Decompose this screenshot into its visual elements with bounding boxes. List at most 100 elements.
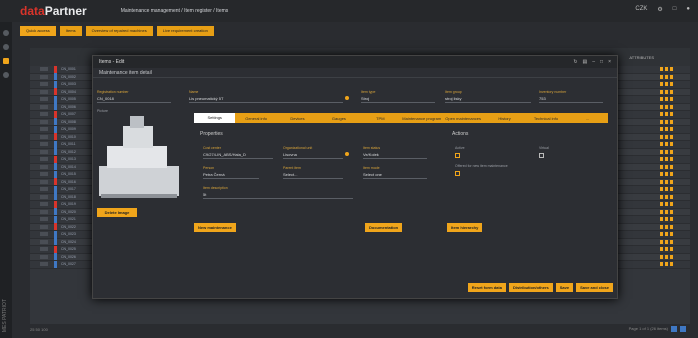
tab-quick-access[interactable]: Quick access: [20, 26, 56, 36]
reg-value[interactable]: CN_0018: [97, 96, 171, 103]
row-checkbox[interactable]: [40, 112, 48, 117]
reg-field[interactable]: Registration number CN_0018: [97, 90, 171, 103]
row-checkbox[interactable]: [40, 142, 48, 147]
row-checkbox[interactable]: [40, 67, 48, 72]
warning-icon[interactable]: [3, 72, 9, 78]
row-actions[interactable]: [660, 247, 680, 252]
row-actions[interactable]: [660, 217, 680, 222]
copy-icon[interactable]: [665, 97, 668, 102]
row-actions[interactable]: [660, 172, 680, 177]
status-value[interactable]: Ve/Kolek: [363, 152, 427, 159]
edit-icon[interactable]: [660, 127, 663, 132]
copy-icon[interactable]: [665, 209, 668, 214]
gear-icon[interactable]: [3, 44, 9, 50]
row-checkbox[interactable]: [40, 97, 48, 102]
edit-icon[interactable]: [660, 112, 663, 117]
row-actions[interactable]: [660, 134, 680, 139]
delete-icon[interactable]: [670, 119, 673, 124]
delete-icon[interactable]: [670, 254, 673, 259]
row-actions[interactable]: [660, 104, 680, 109]
copy-icon[interactable]: [665, 119, 668, 124]
row-actions[interactable]: [660, 149, 680, 154]
save-close-button[interactable]: Save and close: [576, 283, 613, 292]
desc-field[interactable]: Item description 5t: [203, 186, 353, 199]
row-actions[interactable]: [660, 142, 680, 147]
copy-icon[interactable]: [665, 67, 668, 72]
copy-icon[interactable]: [665, 142, 668, 147]
row-checkbox[interactable]: [40, 119, 48, 124]
edit-icon[interactable]: [660, 209, 663, 214]
row-actions[interactable]: [660, 254, 680, 259]
cost-value[interactable]: C9/274-IN_ABS/Hala_D: [203, 152, 273, 159]
row-checkbox[interactable]: [40, 157, 48, 162]
edit-icon[interactable]: [660, 172, 663, 177]
delete-icon[interactable]: [670, 74, 673, 79]
row-actions[interactable]: [660, 202, 680, 207]
edit-icon[interactable]: [660, 89, 663, 94]
delete-icon[interactable]: [670, 89, 673, 94]
edit-icon[interactable]: [660, 217, 663, 222]
row-checkbox[interactable]: [40, 104, 48, 109]
copy-icon[interactable]: [665, 82, 668, 87]
delete-icon[interactable]: [670, 224, 673, 229]
tab-live[interactable]: Live requirement creation: [156, 26, 214, 36]
delete-icon[interactable]: [670, 239, 673, 244]
inventory-value[interactable]: 753: [539, 96, 603, 103]
copy-icon[interactable]: [665, 262, 668, 267]
delete-icon[interactable]: [670, 247, 673, 252]
row-checkbox[interactable]: [40, 134, 48, 139]
copy-icon[interactable]: [665, 224, 668, 229]
delete-icon[interactable]: [670, 179, 673, 184]
cost-field[interactable]: Cost center C9/274-IN_ABS/Hala_D: [203, 146, 273, 159]
edit-icon[interactable]: [660, 104, 663, 109]
copy-icon[interactable]: [665, 157, 668, 162]
person-field[interactable]: Person Petra Černá: [203, 166, 259, 179]
row-checkbox[interactable]: [40, 224, 48, 229]
row-checkbox[interactable]: [40, 74, 48, 79]
edit-icon[interactable]: [660, 119, 663, 124]
copy-icon[interactable]: [665, 112, 668, 117]
row-checkbox[interactable]: [40, 82, 48, 87]
edit-icon[interactable]: [660, 187, 663, 192]
row-actions[interactable]: [660, 224, 680, 229]
org-value[interactable]: Lisovna: [283, 152, 343, 159]
row-checkbox[interactable]: [40, 239, 48, 244]
type-field[interactable]: Item type Stroj: [361, 90, 435, 103]
desc-value[interactable]: 5t: [203, 192, 353, 199]
row-checkbox[interactable]: [40, 194, 48, 199]
delete-icon[interactable]: [670, 262, 673, 267]
modal-tab[interactable]: Open maintenances: [442, 116, 483, 121]
currency-label[interactable]: CZK: [635, 6, 647, 13]
modal-tab[interactable]: Maintenance program: [401, 116, 442, 121]
copy-icon[interactable]: [665, 179, 668, 184]
group-field[interactable]: Item group stroj lisky: [445, 90, 531, 103]
group-value[interactable]: stroj lisky: [445, 96, 531, 103]
mode-value[interactable]: Select one: [363, 172, 427, 179]
row-checkbox[interactable]: [40, 127, 48, 132]
reset-button[interactable]: Reset form data: [467, 283, 506, 292]
row-actions[interactable]: [660, 179, 680, 184]
copy-icon[interactable]: [665, 239, 668, 244]
delete-icon[interactable]: [670, 217, 673, 222]
row-actions[interactable]: [660, 74, 680, 79]
row-actions[interactable]: [660, 119, 680, 124]
modal-tab[interactable]: Devices: [277, 116, 318, 121]
notification-icon[interactable]: ●: [686, 6, 690, 13]
row-actions[interactable]: [660, 194, 680, 199]
edit-icon[interactable]: [660, 194, 663, 199]
name-field[interactable]: Name Lis pneumatický 5T: [189, 90, 343, 103]
offered-checkbox[interactable]: [455, 171, 460, 176]
edit-icon[interactable]: [660, 164, 663, 169]
row-checkbox[interactable]: [40, 149, 48, 154]
row-actions[interactable]: [660, 239, 680, 244]
row-checkbox[interactable]: [40, 179, 48, 184]
edit-icon[interactable]: [660, 179, 663, 184]
edit-icon[interactable]: [660, 67, 663, 72]
refresh-icon[interactable]: ↻: [573, 59, 577, 65]
row-checkbox[interactable]: [40, 164, 48, 169]
edit-icon[interactable]: [660, 97, 663, 102]
page-next-button[interactable]: [680, 326, 686, 332]
copy-icon[interactable]: [665, 149, 668, 154]
menu-icon[interactable]: ▤: [583, 59, 588, 65]
row-checkbox[interactable]: [40, 217, 48, 222]
